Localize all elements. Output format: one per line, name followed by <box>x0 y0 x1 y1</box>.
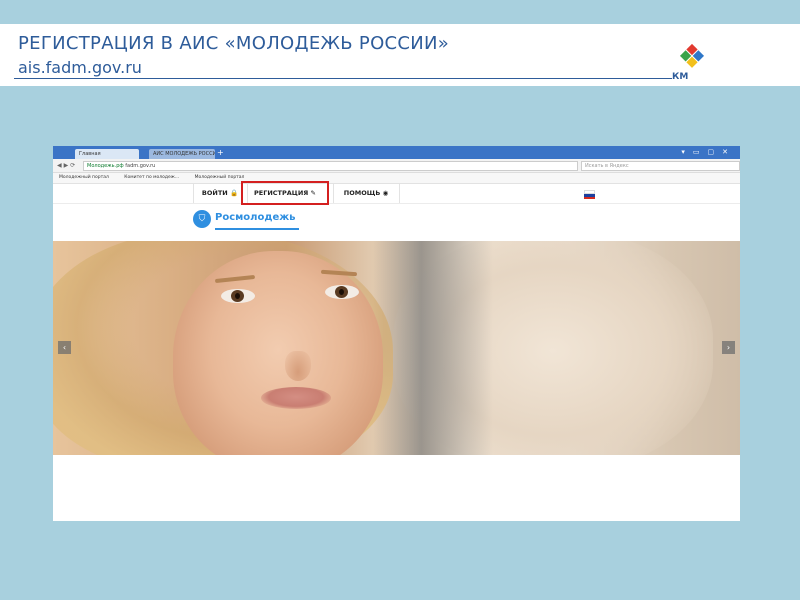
browser-addressbar: ◀▶⟳ Молодежь.рф fadm.gov.ru Искать в Янд… <box>53 159 740 173</box>
browser-tabbar: Главная АИС МОЛОДЕЖЬ РОССИ + ▾▭▢✕ <box>53 146 740 159</box>
register-highlight-box <box>241 181 329 205</box>
shield-icon: ⛉ <box>193 210 211 228</box>
nav-divider <box>399 184 400 203</box>
brand-name: Росмолодежь <box>215 212 296 223</box>
browser-screenshot: Главная АИС МОЛОДЕЖЬ РОССИ + ▾▭▢✕ ◀▶⟳ Мо… <box>53 146 740 521</box>
slide-header: РЕГИСТРАЦИЯ В АИС «МОЛОДЕЖЬ РОССИИ» ais.… <box>0 24 800 86</box>
chevron-left-icon[interactable]: ‹ <box>58 341 71 354</box>
nav-underline <box>53 203 740 204</box>
hero-photo: ‹ › <box>53 241 740 455</box>
bookmark-item[interactable]: Комитет по молодеж... <box>124 175 179 180</box>
hero-eye-right <box>325 285 359 299</box>
chevron-right-icon[interactable]: › <box>722 341 735 354</box>
nav-help-label: ПОМОЩЬ <box>343 189 381 197</box>
window-controls[interactable]: ▾▭▢✕ <box>681 148 736 157</box>
slide-subtitle: ais.fadm.gov.ru <box>18 58 142 77</box>
url-text: fadm.gov.ru <box>125 163 156 169</box>
russian-flag-icon[interactable] <box>584 190 595 199</box>
bookmarks-bar: Молодежный портал Комитет по молодеж... … <box>53 173 740 184</box>
hero-face <box>173 251 383 455</box>
nav-divider <box>333 184 334 203</box>
nav-divider <box>193 184 194 203</box>
new-tab-icon[interactable]: + <box>217 148 224 158</box>
nav-help[interactable]: ПОМОЩЬ ◉ <box>335 184 397 202</box>
hero-lips <box>261 387 331 409</box>
hero-nose <box>285 351 311 381</box>
lock-icon: 🔒 <box>229 189 239 197</box>
browser-search-input[interactable]: Искать в Яндекс <box>581 161 740 171</box>
bookmark-item[interactable]: Молодежный портал <box>59 175 109 180</box>
browser-tab-ais[interactable]: АИС МОЛОДЕЖЬ РОССИ <box>149 149 215 159</box>
hero-eye-left <box>221 289 255 303</box>
brand-underline <box>215 228 299 230</box>
url-domain: Молодежь.рф <box>87 163 124 169</box>
slide-title: РЕГИСТРАЦИЯ В АИС «МОЛОДЕЖЬ РОССИИ» <box>18 33 450 54</box>
nav-login-label: ВОЙТИ <box>201 189 228 197</box>
bookmark-item[interactable]: Молодежный портал <box>195 175 245 180</box>
nav-login[interactable]: ВОЙТИ 🔒 <box>195 184 245 202</box>
header-divider <box>14 78 672 79</box>
km-logo: КМ <box>672 43 705 82</box>
browser-tab-home[interactable]: Главная <box>75 149 139 159</box>
km-logo-text: КМ <box>672 72 688 82</box>
headset-icon: ◉ <box>382 189 389 197</box>
back-forward-icons[interactable]: ◀▶⟳ <box>57 161 77 170</box>
url-field[interactable]: Молодежь.рф fadm.gov.ru <box>83 161 578 171</box>
